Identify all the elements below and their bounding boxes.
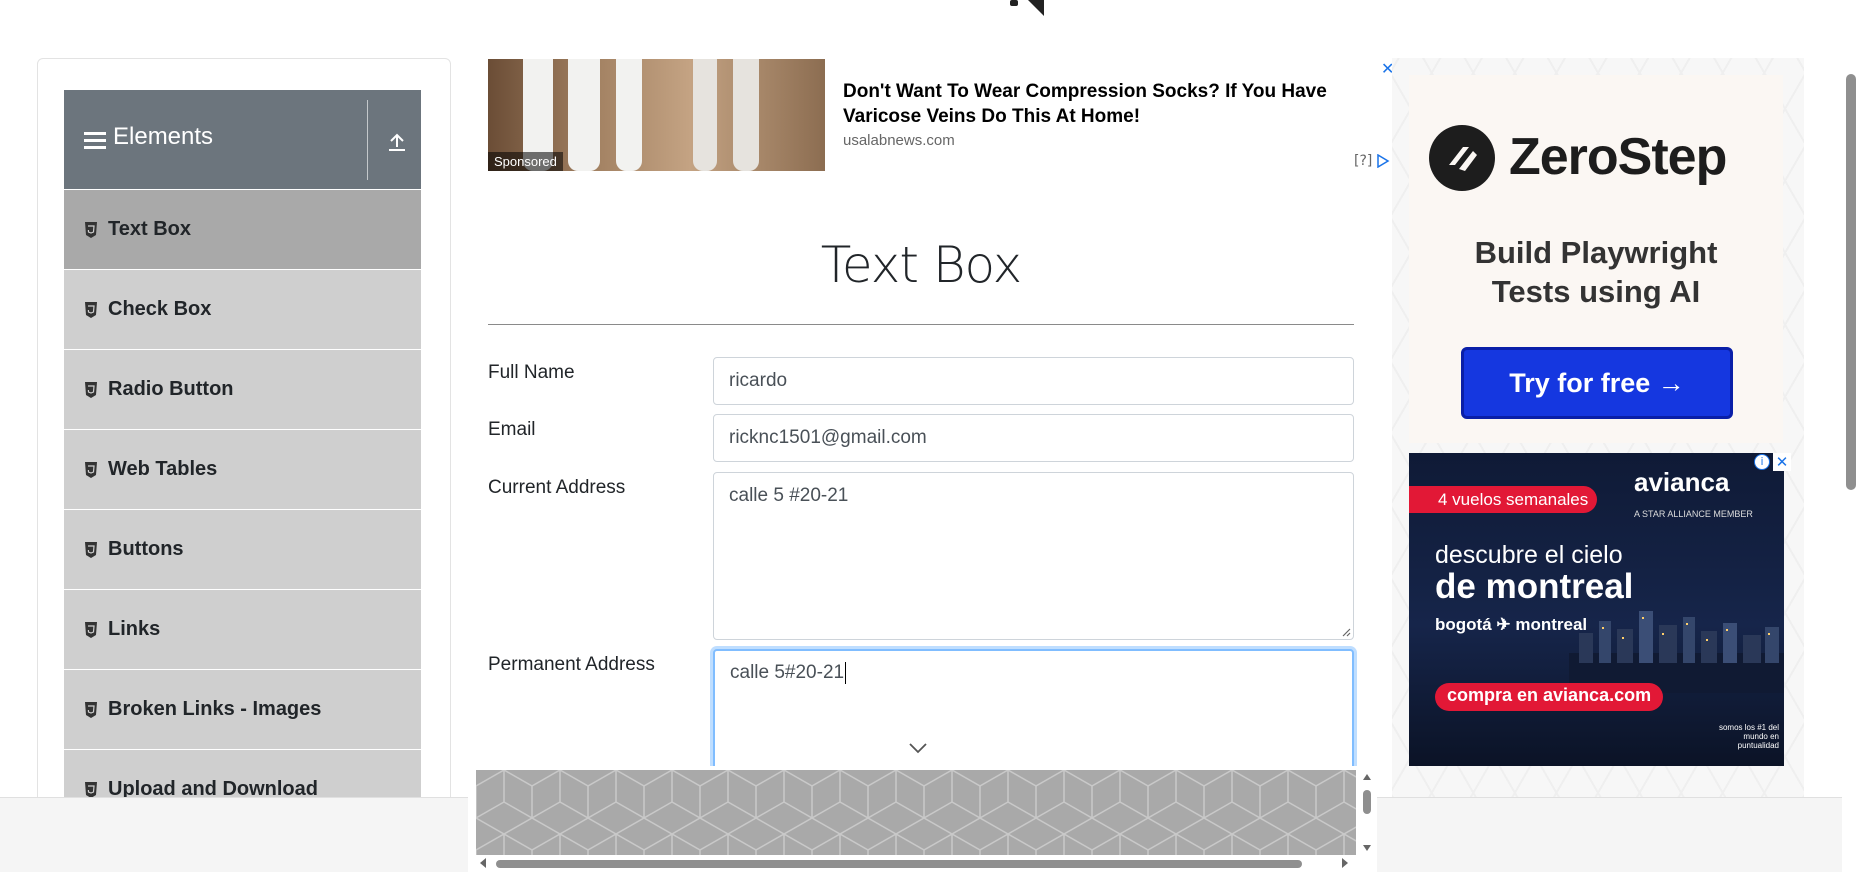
page-title: Text Box (820, 236, 1022, 294)
html5-icon (85, 381, 97, 398)
email-label: Email (488, 419, 536, 440)
email-value: ricknc1501@gmail.com (729, 427, 927, 448)
ad-image[interactable]: Sponsored (488, 59, 825, 171)
current-address-textarea[interactable]: calle 5 #20-21 (713, 472, 1354, 640)
zerostep-logo-icon (1429, 125, 1495, 191)
elements-menu: Text Box Check Box Radio Button Web Tabl… (64, 190, 421, 830)
sponsored-ad[interactable]: Sponsored Don't Want To Wear Compression… (488, 59, 1394, 171)
permanent-address-textarea[interactable]: calle 5#20-21 (713, 649, 1354, 779)
sidebar-item-links[interactable]: Links (64, 590, 421, 670)
avianca-footer: somos los #1 del mundo en puntualidad (1718, 723, 1779, 750)
page-scrollbar-thumb[interactable] (1846, 74, 1856, 490)
html5-icon (85, 541, 97, 558)
site-logo-icon[interactable] (1010, 0, 1070, 16)
zerostep-brand: ZeroStep (1509, 128, 1727, 186)
html5-icon (85, 221, 97, 238)
avianca-alliance: A STAR ALLIANCE MEMBER (1634, 509, 1753, 519)
city-skyline-image (1569, 611, 1784, 693)
sidebar-item-label: Links (108, 618, 161, 640)
avianca-cta[interactable]: compra en avianca.com (1435, 683, 1664, 711)
zerostep-tagline: Build Playwright Tests using AI (1409, 233, 1783, 311)
sidebar-item-label: Check Box (108, 298, 212, 320)
header-divider (367, 100, 368, 180)
full-name-value: ricardo (729, 370, 788, 391)
avianca-badge: 4 vuelos semanales (1409, 486, 1597, 513)
ad-vertical-scrollbar[interactable] (1358, 770, 1376, 855)
page: Elements Text Box Check Box Radio Button… (0, 0, 1860, 872)
sidebar-item-label: Web Tables (108, 458, 218, 480)
group-title: Elements (113, 123, 214, 150)
current-address-label: Current Address (488, 477, 626, 498)
resize-grip-icon[interactable] (1341, 627, 1351, 637)
email-input[interactable]: ricknc1501@gmail.com (713, 414, 1354, 462)
html5-icon (85, 701, 97, 718)
chevron-down-icon[interactable] (908, 742, 928, 754)
bottom-ad-banner[interactable] (476, 770, 1356, 855)
permanent-address-value: calle 5#20-21 (730, 662, 845, 684)
zerostep-ad[interactable]: ZeroStep Build Playwright Tests using AI… (1409, 75, 1783, 443)
collapse-arrow-icon[interactable] (386, 131, 408, 153)
ad-headline[interactable]: Don't Want To Wear Compression Socks? If… (843, 79, 1363, 129)
ad-info-icon[interactable]: i (1754, 454, 1770, 470)
hamburger-icon (84, 132, 106, 150)
html5-icon (85, 781, 97, 798)
sidebar-item-broken-links[interactable]: Broken Links - Images (64, 670, 421, 750)
page-scrollbar[interactable] (1842, 58, 1860, 872)
sidebar-item-web-tables[interactable]: Web Tables (64, 430, 421, 510)
adchoices-icon[interactable] (1376, 154, 1390, 168)
sidebar-item-radio-button[interactable]: Radio Button (64, 350, 421, 430)
try-for-free-button[interactable]: Try for free → (1461, 347, 1733, 419)
elements-group-header[interactable]: Elements (64, 90, 421, 189)
full-name-input[interactable]: ricardo (713, 357, 1354, 405)
avianca-route: bogotá ✈ montreal (1435, 615, 1588, 634)
sidebar-item-label: Buttons (108, 538, 184, 560)
sidebar-item-check-box[interactable]: Check Box (64, 270, 421, 350)
title-divider (488, 324, 1354, 325)
sidebar-item-buttons[interactable]: Buttons (64, 510, 421, 590)
avianca-ad[interactable]: 4 vuelos semanales avianca A STAR ALLIAN… (1409, 453, 1784, 766)
sidebar-item-label: Text Box (108, 218, 191, 240)
sponsored-tag: Sponsored (488, 152, 563, 171)
ad-domain[interactable]: usalabnews.com (843, 132, 955, 149)
sidebar-item-text-box[interactable]: Text Box (64, 190, 421, 270)
avianca-line1: descubre el cielo (1435, 541, 1623, 569)
ad-horizontal-scrollbar[interactable] (470, 855, 1358, 872)
sidebar-item-label: Broken Links - Images (108, 698, 322, 720)
avianca-line2: de montreal (1435, 567, 1634, 606)
full-name-label: Full Name (488, 362, 575, 383)
text-caret (845, 662, 847, 684)
ad-close-icon[interactable]: ✕ (1773, 453, 1791, 471)
html5-icon (85, 461, 97, 478)
sidebar-item-label: Radio Button (108, 378, 234, 400)
avianca-logo: avianca (1634, 467, 1730, 497)
html5-icon (85, 621, 97, 638)
zerostep-tagline-line2: Tests using AI (1491, 274, 1701, 309)
hexagon-pattern (476, 770, 1356, 855)
current-address-value: calle 5 #20-21 (729, 485, 849, 506)
permanent-address-label: Permanent Address (488, 654, 655, 675)
html5-icon (85, 301, 97, 318)
zerostep-tagline-line1: Build Playwright (1474, 235, 1718, 270)
ad-info-link[interactable]: [?] (1354, 153, 1372, 169)
